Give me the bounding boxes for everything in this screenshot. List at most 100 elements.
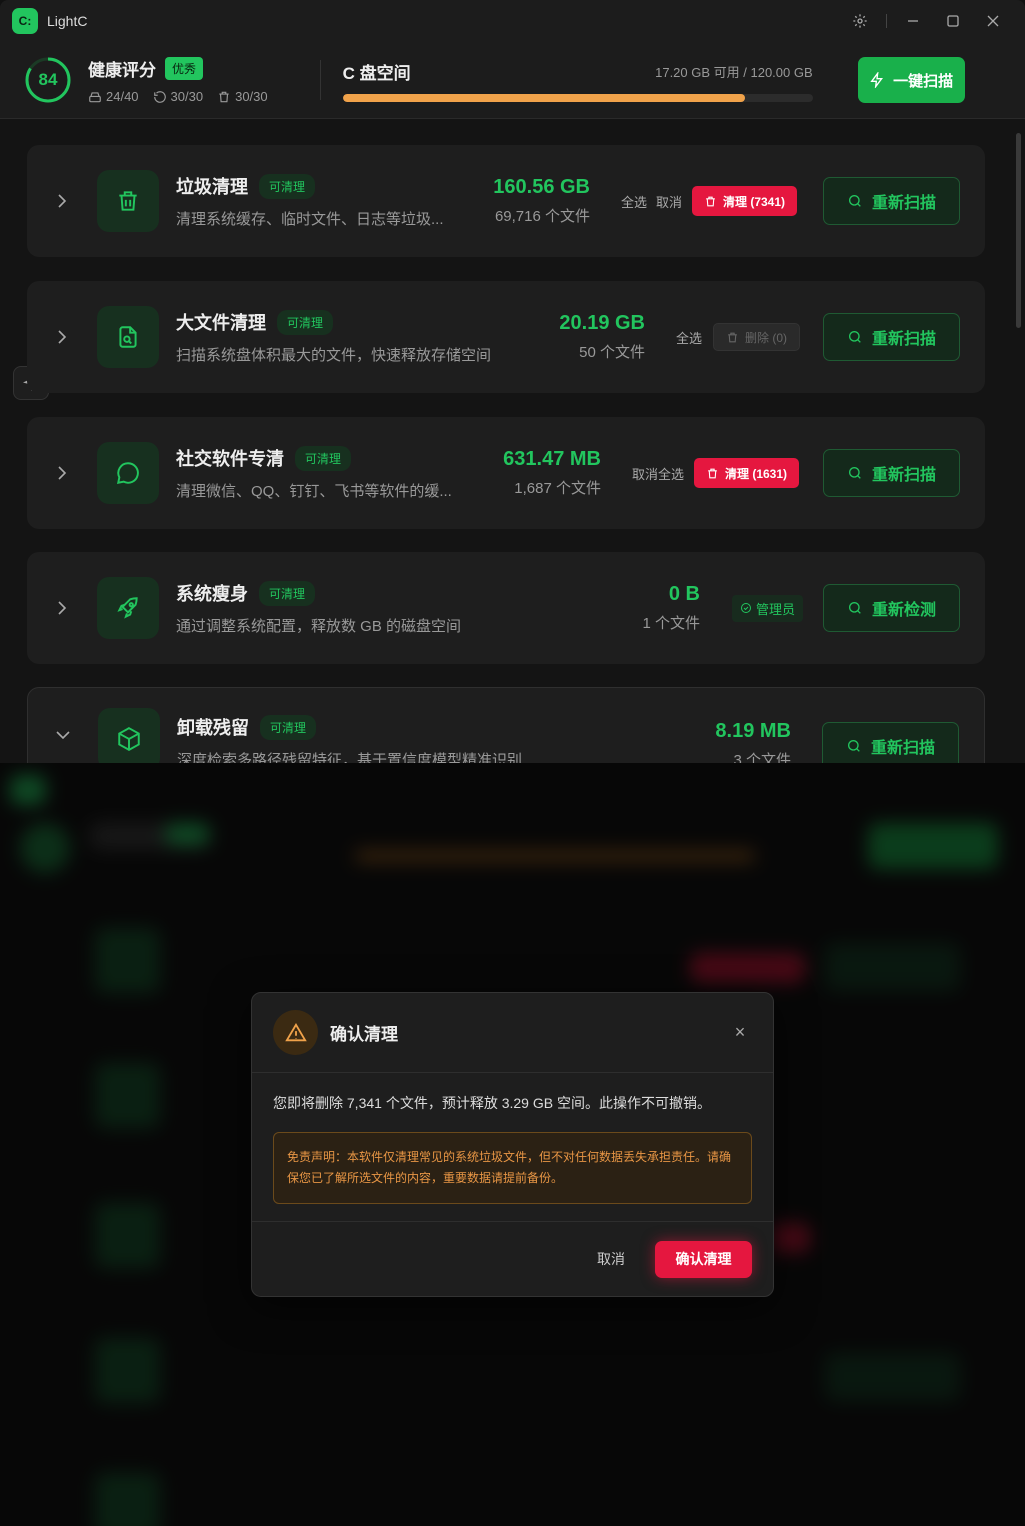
card-uninstall-residue: 卸载残留 可清理 深度检索多路径残留特征，基于置信度模型精准识别 8.19 MB… [27, 687, 985, 763]
trash-icon [219, 91, 229, 102]
history-icon [153, 90, 166, 103]
file-search-icon [97, 306, 159, 368]
card-title: 大文件清理 [176, 313, 266, 333]
search-icon [848, 467, 861, 479]
scrollbar[interactable] [1016, 133, 1021, 328]
title-bar: C: LightC [0, 0, 1025, 42]
clean-button[interactable]: 清理 (7341) [692, 186, 798, 216]
stat-trash: 30/30 [217, 89, 268, 104]
card-tag: 可清理 [277, 309, 334, 335]
trash-icon [708, 468, 717, 478]
stat-drive: 24/40 [88, 89, 139, 104]
disk-free: 17.20 GB 可用 / 120.00 GB [655, 64, 813, 80]
admin-badge: 管理员 [732, 594, 804, 622]
chevron-right-icon[interactable] [27, 465, 97, 481]
titlebar-divider [886, 14, 887, 28]
minimize-icon[interactable] [893, 6, 933, 36]
package-icon [98, 708, 160, 763]
drive-icon [89, 91, 101, 102]
trash-icon [728, 332, 737, 342]
card-title: 系统瘦身 [176, 584, 248, 604]
card-size: 160.56 GB [493, 176, 590, 198]
chevron-right-icon[interactable] [27, 193, 97, 209]
app-window: C: LightC 84 健康评分 优秀 24/40 30/30 30/30 C… [0, 0, 1025, 763]
trash-icon [706, 196, 715, 206]
card-desc: 深度检索多路径残留特征，基于置信度模型精准识别 [177, 752, 523, 763]
dialog-message: 您即将删除 7,341 个文件，预计释放 3.29 GB 空间。此操作不可撤销。 [273, 1095, 711, 1111]
card-social-clean: 社交软件专清 可清理 清理微信、QQ、钉钉、飞书等软件的缓... 631.47 … [27, 417, 985, 529]
card-stats: 8.19 MB 3 个文件 [715, 720, 791, 763]
disk-progress-bar [342, 93, 813, 102]
card-stats: 631.47 MB 1,687 个文件 [503, 448, 601, 498]
recheck-button[interactable]: 重新检测 [823, 584, 960, 632]
card-stats: 160.56 GB 69,716 个文件 [493, 176, 590, 226]
card-stats: 0 B 1 个文件 [642, 583, 700, 633]
close-icon[interactable]: × [728, 1022, 752, 1043]
card-desc: 通过调整系统配置，释放数 GB 的磁盘空间 [176, 618, 462, 635]
card-tag: 可清理 [259, 173, 316, 199]
health-title: 健康评分 [88, 61, 156, 80]
card-desc: 清理微信、QQ、钉钉、飞书等软件的缓... [176, 483, 452, 500]
select-all-link[interactable]: 全选 [676, 328, 702, 347]
modal-screen: 确认清理 × 您即将删除 7,341 个文件，预计释放 3.29 GB 空间。此… [0, 763, 1025, 1526]
card-files: 1 个文件 [642, 615, 700, 632]
app-title: LightC [47, 13, 88, 29]
rocket-icon [97, 577, 159, 639]
cancel-link[interactable]: 取消 [656, 192, 682, 211]
health-badge: 优秀 [165, 57, 204, 80]
card-system-slim: 系统瘦身 可清理 通过调整系统配置，释放数 GB 的磁盘空间 0 B 1 个文件… [27, 552, 985, 664]
select-all-link[interactable]: 全选 [621, 192, 647, 211]
deselect-all-link[interactable]: 取消全选 [632, 464, 684, 483]
card-junk-clean: 垃圾清理 可清理 清理系统缓存、临时文件、日志等垃圾... 160.56 GB … [27, 145, 985, 257]
card-files: 3 个文件 [733, 752, 791, 763]
search-icon [848, 195, 861, 207]
card-files: 50 个文件 [579, 344, 645, 361]
card-tag: 可清理 [295, 445, 352, 471]
dialog-title: 确认清理 [330, 1025, 398, 1044]
health-block: 健康评分 优秀 24/40 30/30 30/30 [88, 56, 268, 104]
card-size: 20.19 GB [559, 312, 645, 334]
delete-button[interactable]: 删除 (0) [713, 323, 801, 351]
warning-icon [273, 1010, 318, 1055]
card-files: 1,687 个文件 [514, 480, 601, 497]
health-score: 84 [38, 70, 58, 89]
one-click-scan-button[interactable]: 一键扫描 [857, 57, 965, 103]
card-desc: 扫描系统盘体积最大的文件，快速释放存储空间 [176, 347, 492, 364]
card-stats: 20.19 GB 50 个文件 [559, 312, 645, 362]
rescan-button[interactable]: 重新扫描 [823, 313, 960, 361]
disk-progress-fill [342, 93, 746, 102]
card-large-files: 大文件清理 可清理 扫描系统盘体积最大的文件，快速释放存储空间 20.19 GB… [27, 281, 985, 393]
disclaimer-box: 免责声明：本软件仅清理常见的系统垃圾文件，但不对任何数据丢失承担责任。请确保您已… [273, 1132, 752, 1204]
cancel-button[interactable]: 取消 [597, 1249, 625, 1269]
settings-icon[interactable] [840, 6, 880, 36]
maximize-icon[interactable] [933, 6, 973, 36]
status-header: 84 健康评分 优秀 24/40 30/30 30/30 C 盘空间 17.20… [0, 42, 1025, 119]
disk-usage: C 盘空间 17.20 GB 可用 / 120.00 GB [342, 59, 813, 102]
confirm-clean-dialog: 确认清理 × 您即将删除 7,341 个文件，预计释放 3.29 GB 空间。此… [251, 992, 774, 1297]
search-icon [848, 331, 861, 343]
disk-title: C 盘空间 [342, 63, 411, 83]
card-title: 社交软件专清 [176, 449, 284, 469]
card-tag: 可清理 [260, 714, 317, 740]
search-icon [848, 602, 861, 614]
clean-button[interactable]: 清理 (1631) [694, 458, 800, 488]
confirm-clean-button[interactable]: 确认清理 [655, 1240, 752, 1278]
card-title: 卸载残留 [177, 718, 249, 738]
header-divider [319, 60, 321, 100]
card-tag: 可清理 [259, 580, 316, 606]
rescan-button[interactable]: 重新扫描 [823, 177, 960, 225]
rescan-button[interactable]: 重新扫描 [822, 722, 959, 763]
category-list: 垃圾清理 可清理 清理系统缓存、临时文件、日志等垃圾... 160.56 GB … [0, 119, 1025, 763]
rescan-button[interactable]: 重新扫描 [823, 449, 960, 497]
chevron-right-icon[interactable] [27, 600, 97, 616]
trash-icon [97, 170, 159, 232]
chevron-down-icon[interactable] [28, 708, 98, 740]
card-size: 0 B [668, 583, 700, 605]
health-score-ring: 84 [24, 56, 72, 104]
chat-icon [97, 442, 159, 504]
card-title: 垃圾清理 [176, 177, 248, 197]
close-icon[interactable] [973, 6, 1013, 36]
app-logo: C: [12, 8, 38, 34]
chevron-right-icon[interactable] [27, 329, 97, 345]
card-size: 8.19 MB [715, 720, 791, 742]
